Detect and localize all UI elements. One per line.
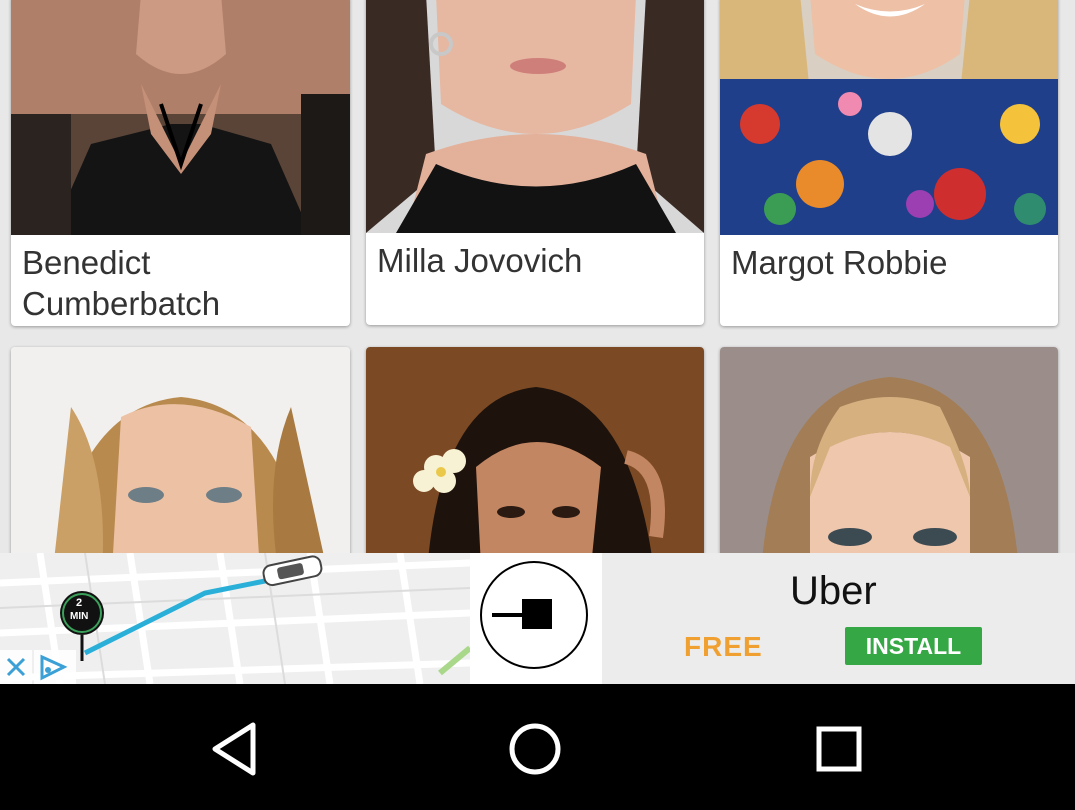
uber-logo bbox=[470, 553, 602, 684]
eta-number: 2 bbox=[76, 597, 83, 609]
celebrity-photo bbox=[366, 347, 704, 553]
back-triangle-icon[interactable] bbox=[205, 719, 265, 779]
celebrity-grid: Benedict Cumberbatch Milla Jovovich Marg… bbox=[0, 0, 1075, 553]
celebrity-name: Milla Jovovich bbox=[377, 242, 583, 279]
home-circle-icon[interactable] bbox=[505, 719, 565, 779]
adchoices-icon[interactable] bbox=[34, 650, 76, 684]
celebrity-card[interactable] bbox=[720, 347, 1058, 553]
install-button[interactable]: INSTALL bbox=[845, 627, 982, 665]
celebrity-photo bbox=[366, 0, 704, 233]
celebrity-card[interactable] bbox=[366, 347, 704, 553]
eta-unit: MIN bbox=[70, 611, 89, 622]
recents-square-icon[interactable] bbox=[809, 719, 869, 779]
celebrity-card-milla-jovovich[interactable]: Milla Jovovich bbox=[366, 0, 704, 325]
celebrity-photo bbox=[720, 0, 1058, 235]
celebrity-photo bbox=[720, 347, 1058, 553]
celebrity-name: Margot Robbie bbox=[731, 244, 948, 281]
celebrity-card-margot-robbie[interactable]: Margot Robbie bbox=[720, 0, 1058, 326]
uber-ad-banner[interactable]: 2 MIN Uber FREE INSTALL bbox=[0, 553, 1075, 684]
close-icon[interactable] bbox=[0, 650, 32, 684]
system-navigation-bar bbox=[0, 684, 1075, 810]
uber-logo-icon bbox=[480, 561, 588, 669]
celebrity-name: Benedict Cumberbatch bbox=[22, 244, 221, 322]
ad-brand-title: Uber bbox=[790, 569, 877, 613]
ad-price-label: FREE bbox=[684, 631, 763, 662]
celebrity-photo bbox=[11, 347, 350, 553]
celebrity-card-benedict-cumberbatch[interactable]: Benedict Cumberbatch bbox=[11, 0, 350, 326]
celebrity-card[interactable] bbox=[11, 347, 350, 553]
celebrity-photo bbox=[11, 0, 350, 235]
